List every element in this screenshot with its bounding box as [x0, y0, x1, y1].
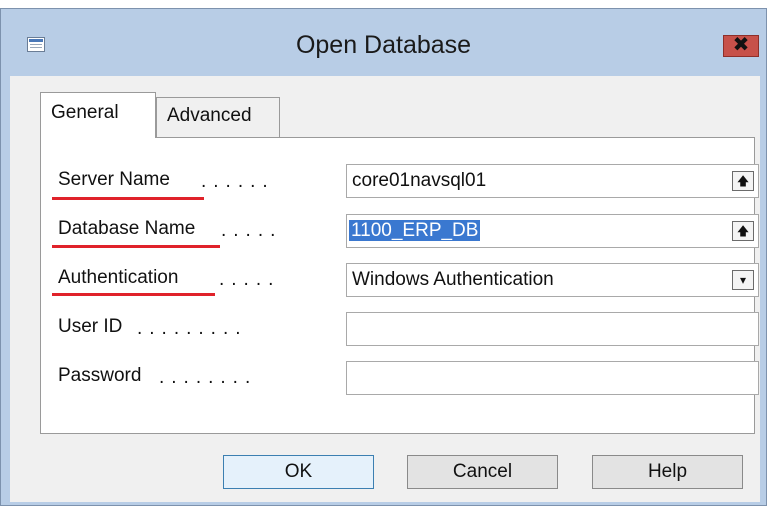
dialog-body: General Advanced Server Name ...... core…: [10, 76, 760, 502]
database-name-field[interactable]: 1100_ERP_DB 🡅: [346, 214, 759, 248]
leader-dots: .........: [137, 318, 248, 339]
close-icon: ✖: [732, 34, 750, 56]
server-name-field[interactable]: core01navsql01 🡅: [346, 164, 759, 198]
leader-dots: .....: [221, 220, 283, 241]
server-lookup-button[interactable]: 🡅: [732, 171, 754, 191]
leader-dots: ........: [159, 367, 258, 388]
dialog-title: Open Database: [295, 31, 472, 59]
authentication-label: Authentication: [58, 267, 179, 288]
close-button[interactable]: ✖: [723, 35, 759, 57]
database-lookup-button[interactable]: 🡅: [732, 221, 754, 241]
annotation-underline: [52, 293, 215, 296]
arrow-up-icon: 🡅: [736, 174, 750, 188]
authentication-value: Windows Authentication: [352, 269, 554, 290]
help-button[interactable]: Help: [592, 455, 743, 489]
leader-dots: .....: [219, 269, 281, 290]
annotation-underline: [52, 197, 204, 200]
user-id-label: User ID: [58, 316, 123, 337]
password-label: Password: [58, 365, 142, 386]
title-bar: Open Database ✖: [1, 9, 766, 85]
cancel-button[interactable]: Cancel: [407, 455, 558, 489]
tab-general[interactable]: General: [40, 92, 156, 138]
database-name-value: 1100_ERP_DB: [349, 220, 481, 241]
chevron-down-icon: ▾: [739, 273, 747, 287]
arrow-up-icon: 🡅: [736, 224, 750, 238]
authentication-select[interactable]: Windows Authentication ▾: [346, 263, 759, 297]
open-database-dialog: Open Database ✖ General Advanced Server …: [0, 8, 767, 506]
leader-dots: ......: [201, 171, 275, 192]
general-tab-panel: Server Name ...... core01navsql01 🡅 Data…: [40, 137, 759, 434]
dropdown-button[interactable]: ▾: [732, 270, 754, 290]
user-id-input[interactable]: [346, 312, 759, 346]
server-name-label: Server Name: [58, 169, 170, 190]
annotation-underline: [52, 245, 220, 248]
ok-button[interactable]: OK: [223, 455, 374, 489]
password-input[interactable]: [346, 361, 759, 395]
database-name-label: Database Name: [58, 218, 196, 239]
tab-advanced[interactable]: Advanced: [156, 97, 280, 137]
server-name-value: core01navsql01: [352, 170, 487, 191]
